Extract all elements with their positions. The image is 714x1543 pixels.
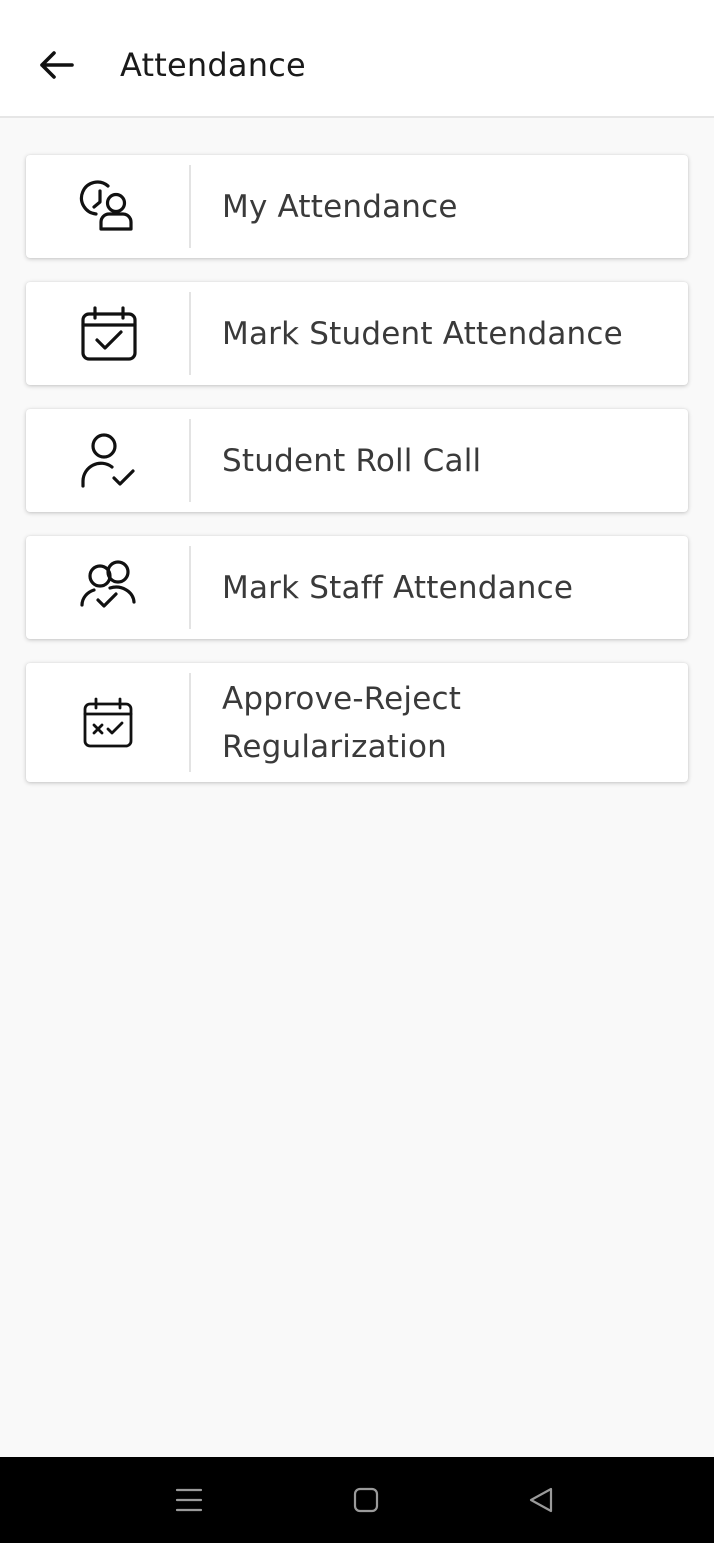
page-title: Attendance: [120, 46, 306, 84]
arrow-left-icon: [40, 51, 74, 79]
app-bar: Attendance: [0, 0, 714, 118]
home-button[interactable]: [336, 1475, 396, 1525]
recent-apps-button[interactable]: [159, 1475, 219, 1525]
system-back-button[interactable]: [511, 1475, 571, 1525]
back-triangle-icon: [529, 1487, 553, 1513]
menu-item-mark-student-attendance[interactable]: Mark Student Attendance: [26, 282, 688, 385]
menu-item-label: My Attendance: [222, 188, 458, 225]
menu-item-my-attendance[interactable]: My Attendance: [26, 155, 688, 258]
attendance-menu: My Attendance Mark Student Attendance St…: [26, 155, 688, 806]
menu-item-approve-reject-regularization[interactable]: Approve-Reject Regularization: [26, 663, 688, 782]
calendar-x-check-icon: [83, 697, 132, 747]
calendar-check-icon: [80, 305, 137, 361]
menu-item-label: Mark Staff Attendance: [222, 569, 574, 606]
home-icon: [353, 1487, 379, 1513]
menu-item-label: Approve-Reject Regularization: [222, 680, 462, 765]
user-clock-icon: [79, 180, 133, 231]
users-check-icon: [79, 559, 136, 608]
system-nav-bar: [0, 1457, 714, 1543]
menu-item-label: Student Roll Call: [222, 442, 482, 479]
menu-item-mark-staff-attendance[interactable]: Mark Staff Attendance: [26, 536, 688, 639]
user-check-icon: [80, 432, 135, 488]
menu-item-label: Mark Student Attendance: [222, 315, 623, 352]
menu-item-student-roll-call[interactable]: Student Roll Call: [26, 409, 688, 512]
back-button[interactable]: [28, 40, 84, 90]
recent-apps-icon: [175, 1488, 203, 1512]
